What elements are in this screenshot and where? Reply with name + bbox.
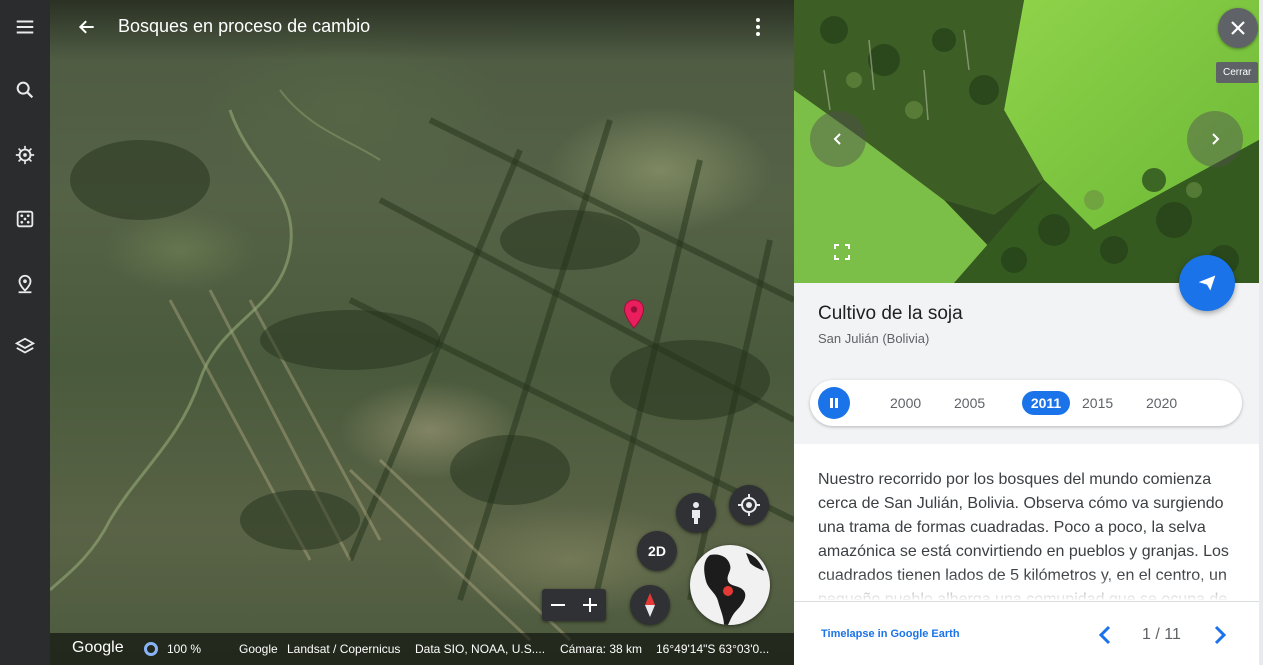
status-bar: Google 100 % Google Landsat / Copernicus… <box>50 633 794 665</box>
fly-to-button[interactable] <box>1179 255 1235 311</box>
search-button[interactable] <box>9 74 41 106</box>
chevron-right-icon[interactable] <box>1207 623 1231 647</box>
timelapse-link[interactable]: Timelapse in Google Earth <box>821 628 960 640</box>
compass-button[interactable] <box>630 585 670 625</box>
place-title: Cultivo de la soja <box>818 303 963 324</box>
pause-button[interactable] <box>818 387 850 419</box>
knowledge-card-panel: Cerrar Cultivo de la soja San Julián (Bo… <box>794 0 1263 665</box>
year-2000[interactable]: 2000 <box>890 395 921 411</box>
zoom-controls <box>542 589 606 621</box>
projects-button[interactable] <box>9 268 41 300</box>
year-2005[interactable]: 2005 <box>954 395 985 411</box>
my-location-icon <box>738 494 760 516</box>
street-view-button[interactable] <box>676 493 716 533</box>
globe-map-icon <box>704 553 764 625</box>
story-photo <box>794 0 1259 283</box>
timelapse-bar: 2000 2005 2011 2015 2020 <box>810 380 1242 426</box>
zoom-in-button[interactable] <box>574 589 606 621</box>
place-subtitle: San Julián (Bolivia) <box>818 331 930 346</box>
attribution-landsat[interactable]: Landsat / Copernicus <box>287 642 400 656</box>
story-title: Bosques en proceso de cambio <box>118 16 371 36</box>
menu-button[interactable] <box>9 11 41 43</box>
more-options-button[interactable] <box>746 12 770 42</box>
back-button[interactable] <box>72 12 102 42</box>
earth-map-view[interactable]: Bosques en proceso de cambio 2D Google 1… <box>50 0 794 665</box>
map-style-button[interactable] <box>9 331 41 363</box>
location-pin-icon[interactable] <box>623 299 645 329</box>
chevron-left-icon <box>833 133 841 145</box>
panel-footer: Timelapse in Google Earth 1 / 11 <box>794 601 1259 665</box>
year-2020[interactable]: 2020 <box>1146 395 1177 411</box>
chevron-right-icon <box>1212 133 1220 145</box>
close-tooltip: Cerrar <box>1216 62 1259 83</box>
minus-icon <box>551 604 565 606</box>
google-logo: Google <box>72 639 124 656</box>
page-counter: 1 / 11 <box>1142 626 1181 643</box>
google-earth-app: Bosques en proceso de cambio 2D Google 1… <box>0 0 1263 665</box>
year-2015[interactable]: 2015 <box>1082 395 1113 411</box>
menu-icon <box>16 20 34 34</box>
projects-icon <box>18 274 32 294</box>
year-2011-selected[interactable]: 2011 <box>1022 391 1070 415</box>
photo-prev-button[interactable] <box>810 111 866 167</box>
search-icon <box>16 81 34 99</box>
left-rail <box>0 0 50 665</box>
place-header: Cultivo de la soja San Julián (Bolivia) … <box>794 283 1259 444</box>
fullscreen-icon[interactable] <box>832 242 852 262</box>
close-icon <box>1231 21 1245 35</box>
attribution-data[interactable]: Data SIO, NOAA, U.S.... <box>415 642 545 656</box>
terrain-texture <box>50 89 794 642</box>
zoom-out-button[interactable] <box>542 589 574 621</box>
coordinates: 16°49'14"S 63°03'0... <box>656 642 770 656</box>
feeling-lucky-icon <box>16 210 34 228</box>
arrow-back-icon <box>78 20 94 34</box>
camera-altitude: Cámara: 38 km <box>560 642 643 656</box>
render-percent: 100 % <box>167 642 202 656</box>
photo-next-button[interactable] <box>1187 111 1243 167</box>
voyager-icon <box>15 145 35 165</box>
attribution-google[interactable]: Google <box>239 642 278 656</box>
render-progress-ring <box>144 642 158 656</box>
overview-globe[interactable] <box>690 545 770 625</box>
plus-icon <box>583 598 597 612</box>
pause-icon <box>830 398 838 408</box>
description-fade <box>794 574 1259 601</box>
map-style-icon <box>14 337 36 354</box>
close-button[interactable] <box>1218 8 1258 48</box>
more-vert-icon <box>756 18 760 36</box>
my-location-button[interactable] <box>729 485 769 525</box>
map-header: Bosques en proceso de cambio <box>50 0 794 54</box>
toggle-2d-button[interactable]: 2D <box>637 531 677 571</box>
chevron-left-icon[interactable] <box>1094 623 1118 647</box>
feeling-lucky-button[interactable] <box>9 203 41 235</box>
send-icon <box>1198 275 1216 291</box>
voyager-button[interactable] <box>9 139 41 171</box>
pegman-icon <box>692 502 700 524</box>
compass-icon <box>645 593 655 617</box>
panel-scroll-edge <box>1259 0 1263 665</box>
